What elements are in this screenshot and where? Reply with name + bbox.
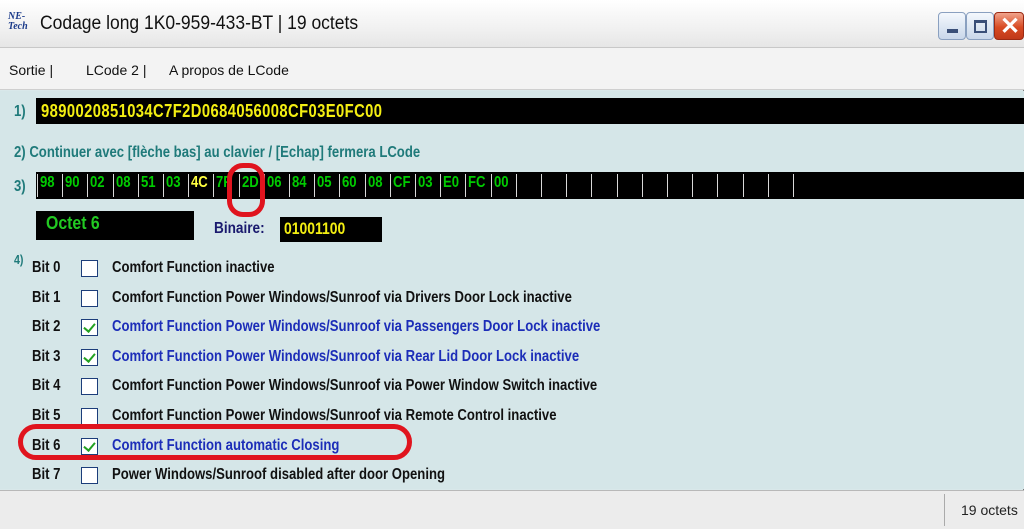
menu-item-lcode2[interactable]: LCode 2 | bbox=[86, 62, 146, 78]
byte-value: 02 bbox=[90, 174, 105, 191]
maximize-button[interactable] bbox=[966, 12, 994, 40]
byte-cell[interactable]: 4C bbox=[188, 174, 213, 197]
byte-value: 08 bbox=[368, 174, 383, 191]
bit-checkbox[interactable] bbox=[81, 290, 98, 307]
app-logo-icon: NE- Tech bbox=[8, 12, 34, 34]
byte-value: 4C bbox=[191, 174, 208, 191]
byte-value: 03 bbox=[418, 174, 433, 191]
byte-cell-empty[interactable] bbox=[768, 174, 793, 197]
byte-cell-empty[interactable] bbox=[617, 174, 642, 197]
bit-checkbox[interactable] bbox=[81, 260, 98, 277]
byte-cell-empty[interactable] bbox=[692, 174, 717, 197]
byte-value: 00 bbox=[494, 174, 509, 191]
bit-description: Comfort Function Power Windows/Sunroof v… bbox=[112, 407, 557, 424]
minimize-icon bbox=[947, 29, 958, 33]
byte-cell-empty[interactable] bbox=[591, 174, 616, 197]
byte-cell[interactable]: 51 bbox=[138, 174, 163, 197]
title-bar[interactable]: NE- Tech Codage long 1K0-959-433-BT | 19… bbox=[0, 0, 1024, 48]
byte-cell[interactable]: FC bbox=[465, 174, 490, 197]
maximize-icon bbox=[974, 20, 987, 33]
status-separator bbox=[944, 494, 945, 526]
section-2-marker: 2) bbox=[14, 144, 26, 161]
byte-cell[interactable]: 84 bbox=[289, 174, 314, 197]
bit-label: Bit 1 bbox=[32, 289, 61, 306]
byte-value: 06 bbox=[267, 174, 282, 191]
bit-checkbox[interactable] bbox=[81, 467, 98, 484]
bit-description: Comfort Function Power Windows/Sunroof v… bbox=[112, 377, 598, 394]
section-4-marker: 4) bbox=[14, 252, 24, 267]
highlight-bit-6 bbox=[18, 424, 412, 460]
bit-description: Comfort Function Power Windows/Sunroof v… bbox=[112, 289, 572, 306]
byte-value: 51 bbox=[141, 174, 156, 191]
byte-cell-empty[interactable] bbox=[717, 174, 742, 197]
byte-cell[interactable]: 03 bbox=[415, 174, 440, 197]
menu-item-a-propos[interactable]: A propos de LCode bbox=[169, 62, 289, 78]
app-logo-text-bottom: Tech bbox=[8, 21, 28, 32]
full-code-value: 9890020851034C7F2D0684056008CF03E0FC00 bbox=[41, 101, 383, 121]
instruction-text: Continuer avec [flèche bas] au clavier /… bbox=[29, 144, 421, 161]
byte-cell[interactable]: 98 bbox=[37, 174, 62, 197]
binary-label: Binaire: bbox=[214, 220, 265, 237]
byte-value: FC bbox=[468, 174, 486, 191]
close-icon: ✕ bbox=[1000, 13, 1021, 40]
lcode-window: NE- Tech Codage long 1K0-959-433-BT | 19… bbox=[0, 0, 1024, 529]
byte-value: 03 bbox=[166, 174, 181, 191]
menu-bar bbox=[0, 48, 1024, 90]
byte-cell[interactable]: CF bbox=[390, 174, 415, 197]
bit-checkbox[interactable] bbox=[81, 349, 98, 366]
byte-value: 60 bbox=[342, 174, 357, 191]
section-1-marker: 1) bbox=[14, 103, 26, 120]
octet-label: Octet 6 bbox=[46, 213, 100, 233]
bit-label: Bit 2 bbox=[32, 318, 61, 335]
byte-cell[interactable]: E0 bbox=[440, 174, 465, 197]
byte-cell-empty[interactable] bbox=[667, 174, 692, 197]
byte-value: 08 bbox=[116, 174, 131, 191]
status-byte-count: 19 octets bbox=[961, 502, 1018, 518]
bit-description: Power Windows/Sunroof disabled after doo… bbox=[112, 466, 445, 483]
bit-checkbox[interactable] bbox=[81, 378, 98, 395]
bit-description: Comfort Function Power Windows/Sunroof v… bbox=[112, 318, 601, 335]
byte-cell[interactable]: 06 bbox=[264, 174, 289, 197]
close-button[interactable]: ✕ bbox=[994, 12, 1024, 40]
byte-value: 05 bbox=[317, 174, 332, 191]
highlight-selected-byte bbox=[227, 163, 265, 217]
bit-checkbox[interactable] bbox=[81, 319, 98, 336]
window-title: Codage long 1K0-959-433-BT | 19 octets bbox=[40, 13, 359, 34]
byte-cell-empty[interactable] bbox=[566, 174, 591, 197]
byte-cell-empty[interactable] bbox=[642, 174, 667, 197]
binary-value: 01001100 bbox=[284, 219, 346, 238]
byte-value: 84 bbox=[292, 174, 307, 191]
bit-label: Bit 4 bbox=[32, 377, 61, 394]
byte-cell[interactable]: 08 bbox=[113, 174, 138, 197]
bit-description: Comfort Function inactive bbox=[112, 259, 275, 276]
byte-cell[interactable]: 00 bbox=[491, 174, 516, 197]
byte-cell[interactable]: 03 bbox=[163, 174, 188, 197]
menu-item-sortie[interactable]: Sortie | bbox=[9, 62, 53, 78]
status-bar bbox=[0, 490, 1024, 529]
minimize-button[interactable] bbox=[938, 12, 966, 40]
byte-value: E0 bbox=[443, 174, 460, 191]
bit-label: Bit 3 bbox=[32, 348, 61, 365]
section-2-instruction: 2) Continuer avec [flèche bas] au clavie… bbox=[14, 144, 420, 162]
byte-cell-empty[interactable] bbox=[541, 174, 566, 197]
byte-cell-empty[interactable] bbox=[793, 174, 818, 197]
byte-value: CF bbox=[393, 174, 411, 191]
bit-label: Bit 0 bbox=[32, 259, 61, 276]
byte-cell[interactable]: 05 bbox=[314, 174, 339, 197]
bit-label: Bit 5 bbox=[32, 407, 61, 424]
bit-label: Bit 7 bbox=[32, 466, 61, 483]
byte-cell[interactable]: 60 bbox=[339, 174, 364, 197]
byte-value: 98 bbox=[40, 174, 55, 191]
bit-description: Comfort Function Power Windows/Sunroof v… bbox=[112, 348, 580, 365]
section-3-marker: 3) bbox=[14, 178, 26, 195]
byte-cell-empty[interactable] bbox=[516, 174, 541, 197]
byte-cell-empty[interactable] bbox=[743, 174, 768, 197]
byte-cell[interactable]: 90 bbox=[62, 174, 87, 197]
byte-cell[interactable]: 08 bbox=[365, 174, 390, 197]
bit-checkbox[interactable] bbox=[81, 408, 98, 425]
byte-cell[interactable]: 02 bbox=[87, 174, 112, 197]
byte-value: 90 bbox=[65, 174, 80, 191]
